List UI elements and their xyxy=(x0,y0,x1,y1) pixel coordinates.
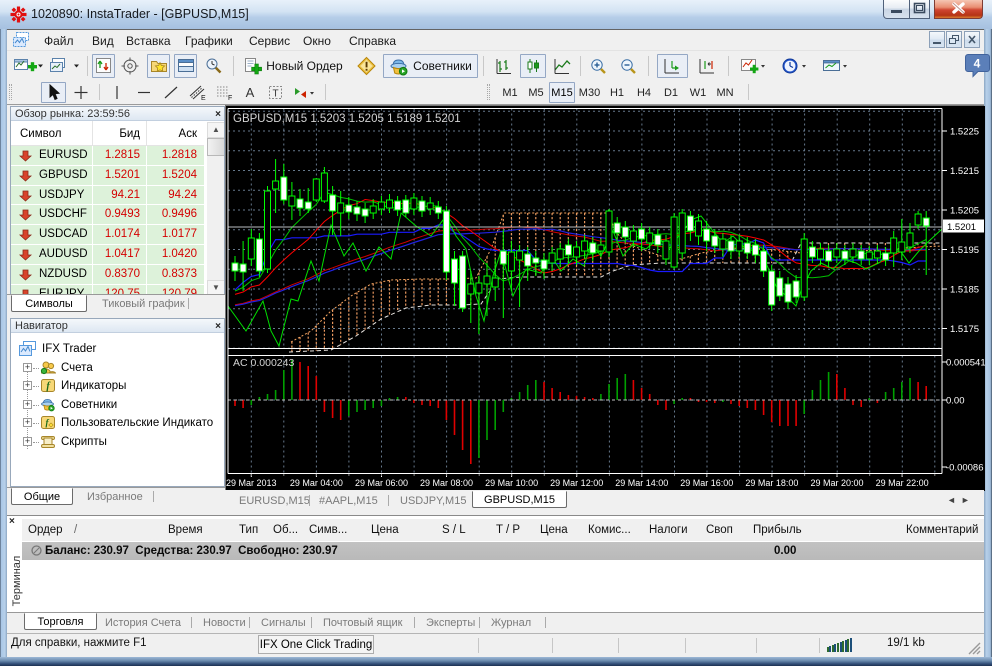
svg-text:1.5201: 1.5201 xyxy=(947,222,976,233)
svg-text:29 Mar 18:00: 29 Mar 18:00 xyxy=(745,478,798,488)
svg-text:0.00: 0.00 xyxy=(946,396,965,407)
svg-text:29 Mar 12:00: 29 Mar 12:00 xyxy=(550,478,603,488)
svg-text:1.5225: 1.5225 xyxy=(950,127,979,138)
svg-text:29 Mar 20:00: 29 Mar 20:00 xyxy=(810,478,863,488)
svg-text:E: E xyxy=(201,95,206,101)
svg-text:29 Mar 2013: 29 Mar 2013 xyxy=(226,478,277,488)
svg-text:29 Mar 14:00: 29 Mar 14:00 xyxy=(615,478,668,488)
svg-text:F: F xyxy=(228,95,232,101)
svg-text:29 Mar 04:00: 29 Mar 04:00 xyxy=(290,478,343,488)
svg-text:29 Mar 10:00: 29 Mar 10:00 xyxy=(485,478,538,488)
svg-text:1.5205: 1.5205 xyxy=(950,206,979,217)
svg-text:0.000541: 0.000541 xyxy=(946,358,985,369)
svg-text:1.5175: 1.5175 xyxy=(950,324,979,335)
svg-text:1.5195: 1.5195 xyxy=(950,245,979,256)
svg-text:29 Mar 06:00: 29 Mar 06:00 xyxy=(355,478,408,488)
svg-text:29 Mar 08:00: 29 Mar 08:00 xyxy=(420,478,473,488)
svg-text:1.5215: 1.5215 xyxy=(950,166,979,177)
svg-text:-0.00086: -0.00086 xyxy=(946,463,984,474)
svg-text:AC 0.000243: AC 0.000243 xyxy=(233,357,294,369)
svg-text:29 Mar 16:00: 29 Mar 16:00 xyxy=(680,478,733,488)
svg-text:A: A xyxy=(246,85,255,100)
svg-text:GBPUSD,M15 1.5203 1.5205 1.51: GBPUSD,M15 1.5203 1.5205 1.5189 1.5201 xyxy=(233,113,461,125)
svg-text:4: 4 xyxy=(974,57,981,71)
svg-text:1.5185: 1.5185 xyxy=(950,285,979,296)
svg-text:T: T xyxy=(272,89,278,100)
svg-text:29 Mar 22:00: 29 Mar 22:00 xyxy=(876,478,929,488)
